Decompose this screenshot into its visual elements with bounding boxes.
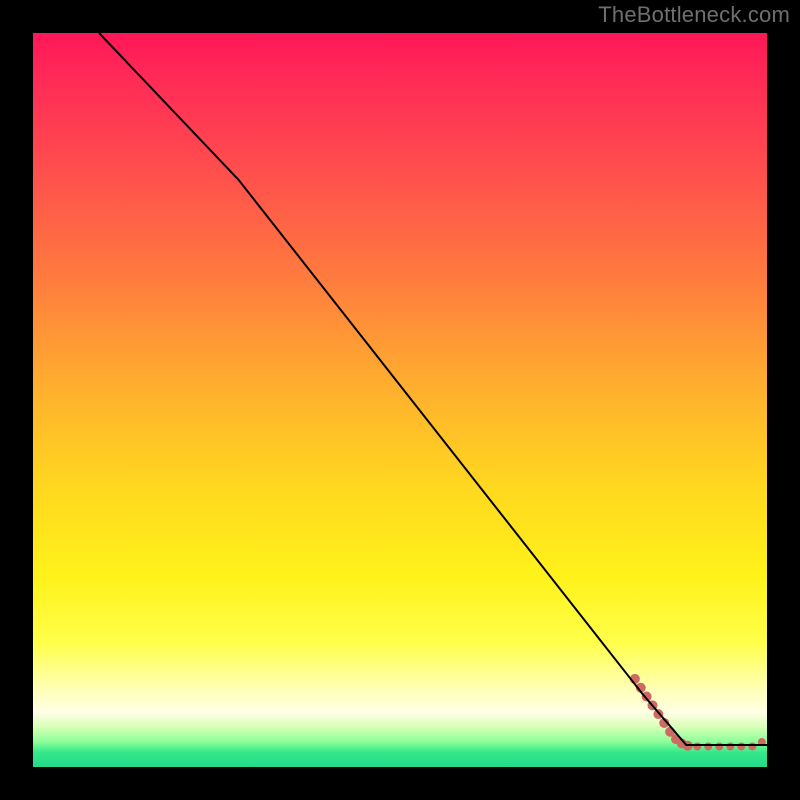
marker-dot xyxy=(715,742,723,750)
marker-dot xyxy=(726,742,734,750)
markers-group xyxy=(630,674,766,751)
marker-dot xyxy=(704,742,712,750)
plot-area xyxy=(33,33,767,767)
marker-dot xyxy=(748,742,756,750)
main-curve xyxy=(99,33,767,745)
marker-dot xyxy=(693,742,701,750)
marker-dot xyxy=(737,742,745,750)
watermark-label: TheBottleneck.com xyxy=(598,2,790,28)
chart-frame: TheBottleneck.com xyxy=(0,0,800,800)
chart-svg xyxy=(33,33,767,767)
